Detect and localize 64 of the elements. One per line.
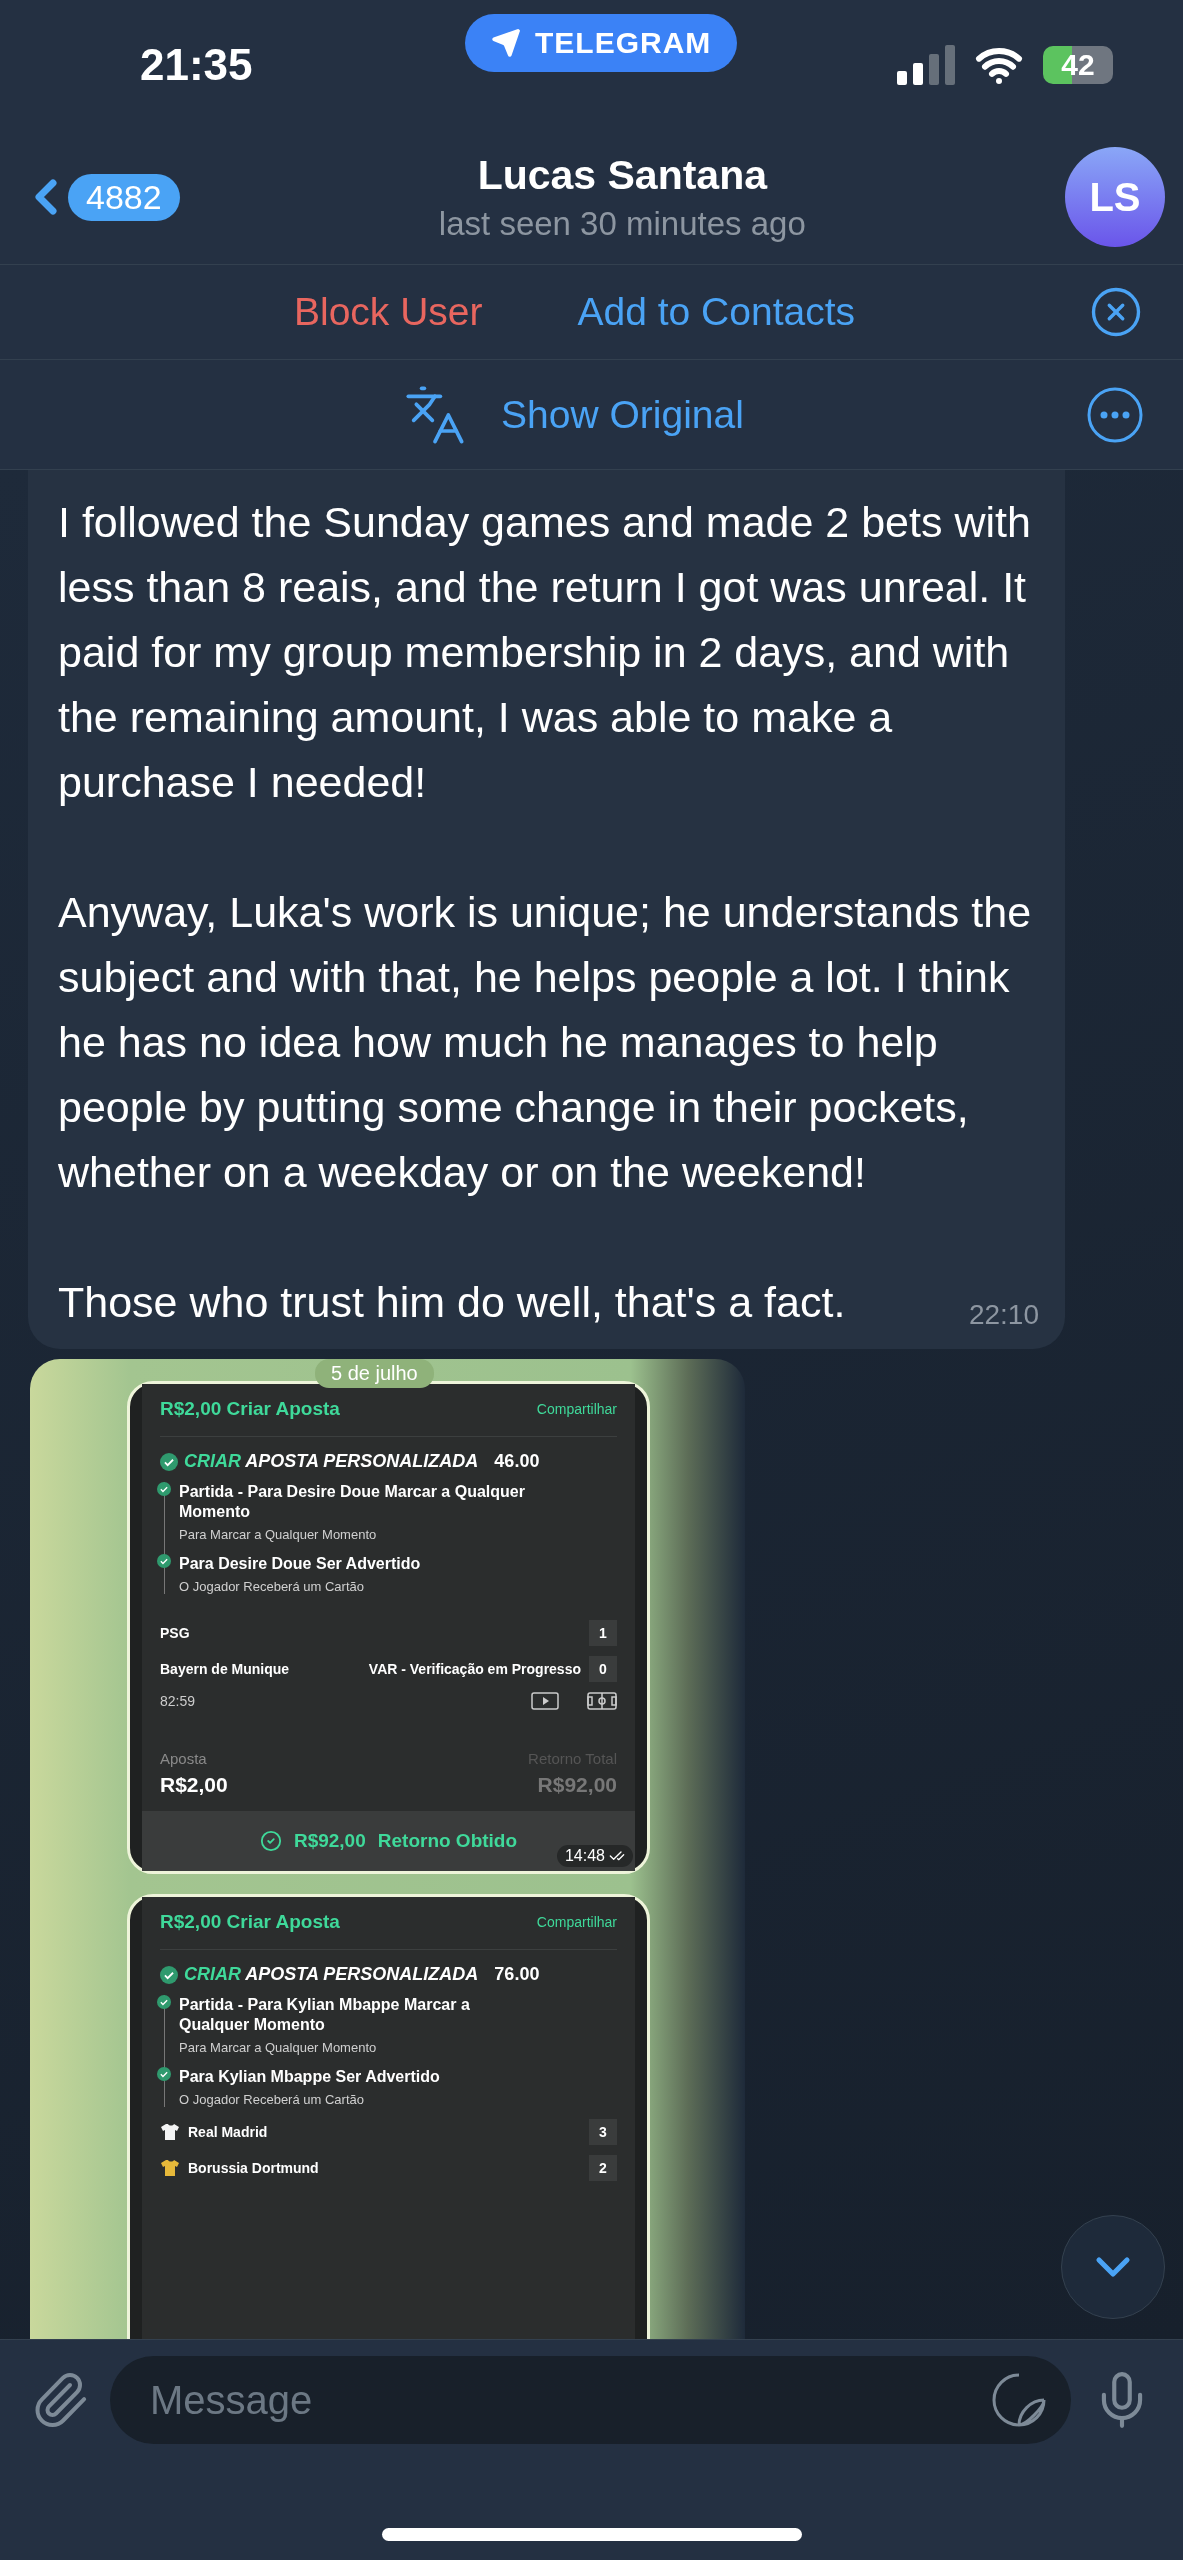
message-text: Those who trust him do well, that's a fact. xyxy=(58,1277,846,1328)
odds: 46.00 xyxy=(494,1451,540,1472)
match-status: VAR - Verificação em Progresso xyxy=(368,1661,581,1677)
show-original-button[interactable]: Show Original xyxy=(501,392,744,437)
bet-title: R$2,00 Criar Aposta xyxy=(160,1911,340,1933)
team-name: Bayern de Munique xyxy=(160,1661,290,1677)
stake-amount: R$2,00 xyxy=(160,1773,228,1797)
score: 3 xyxy=(589,2119,617,2145)
check-icon xyxy=(157,1995,171,2009)
message-field[interactable]: Message xyxy=(110,2356,1071,2444)
bet-heading: CRIAR APOSTA PERSONALIZADA xyxy=(184,1451,479,1472)
check-circle-icon xyxy=(259,1830,282,1852)
pitch-icon xyxy=(587,1692,617,1710)
paper-plane-icon xyxy=(491,28,521,58)
leg-subtitle: O Jogador Receberá um Cartão xyxy=(179,1579,365,1594)
score: 0 xyxy=(589,1656,617,1682)
match-clock: 82:59 xyxy=(160,1693,196,1709)
battery-icon: 42 xyxy=(1043,46,1113,84)
stake-label: Aposta xyxy=(160,1750,207,1767)
check-icon xyxy=(157,1482,171,1496)
leg-title: Partida - Para Kylian Mbappe Marcar a Qualquer Momento xyxy=(179,1995,471,2035)
jersey-icon xyxy=(160,2158,180,2178)
bet-heading: CRIAR APOSTA PERSONALIZADA xyxy=(184,1964,479,1985)
bet-title: R$2,00 Criar Aposta xyxy=(160,1398,340,1420)
play-icon xyxy=(531,1692,559,1710)
app-pill[interactable]: TELEGRAM xyxy=(465,14,738,72)
odds: 76.00 xyxy=(494,1964,540,1985)
clock: 21:35 xyxy=(140,40,253,90)
more-icon[interactable] xyxy=(1087,386,1143,443)
leg-title: Partida - Para Desire Doue Marcar a Qualquer Momento xyxy=(179,1482,526,1522)
add-contact-button[interactable]: Add to Contacts xyxy=(577,290,855,334)
result-amount: R$92,00 xyxy=(293,1830,366,1852)
close-icon[interactable] xyxy=(1089,285,1143,339)
leg-subtitle: Para Marcar a Qualquer Momento xyxy=(179,2040,378,2055)
check-icon xyxy=(160,1452,178,1471)
sticker-icon[interactable] xyxy=(991,2372,1047,2428)
check-icon xyxy=(157,2067,171,2081)
share-link[interactable]: Compartilhar xyxy=(536,1914,617,1930)
leg-subtitle: O Jogador Receberá um Cartão xyxy=(179,2092,365,2107)
avatar[interactable]: LS xyxy=(1065,147,1165,247)
check-icon xyxy=(160,1965,178,1984)
team-name: PSG xyxy=(160,1625,190,1641)
score: 1 xyxy=(589,1620,617,1646)
team-name: Borussia Dortmund xyxy=(160,2158,319,2178)
team-name: Real Madrid xyxy=(160,2122,268,2142)
message-input[interactable]: Message xyxy=(148,2376,991,2424)
score: 2 xyxy=(589,2155,617,2181)
result-label: Retorno Obtido xyxy=(377,1830,518,1852)
message-time: 22:10 xyxy=(968,1298,1039,1332)
contact-name: Lucas Santana xyxy=(477,151,767,199)
leg-title: Para Kylian Mbappe Ser Advertido xyxy=(179,2067,440,2087)
check-icon xyxy=(157,1554,171,1568)
leg-title: Para Desire Doue Ser Advertido xyxy=(179,1554,421,1574)
share-link[interactable]: Compartilhar xyxy=(536,1401,617,1417)
message-text: Anyway, Luka's work is unique; he understands the subject and with that, he helps people a lot. I think he has no idea how much he manages to help people by putting some change in their pockets, whether on a weekday or on the weekend! xyxy=(58,887,1033,1198)
return-amount: R$92,00 xyxy=(537,1773,617,1797)
date-pill: 5 de julho xyxy=(315,1359,434,1388)
jersey-icon xyxy=(160,2122,180,2142)
photo-time: 14:48 xyxy=(556,1845,633,1867)
block-user-button[interactable]: Block User xyxy=(293,290,483,334)
signal-icon xyxy=(897,45,955,85)
leg-subtitle: Para Marcar a Qualquer Momento xyxy=(179,1527,378,1542)
last-seen: last seen 30 minutes ago xyxy=(438,204,806,243)
message-text: I followed the Sunday games and made 2 bets with less than 8 reais, and the return I got was unreal. It paid for my group membership in 2 days, and with the remaining amount, I was able to make a purchase I needed! xyxy=(58,497,1032,808)
